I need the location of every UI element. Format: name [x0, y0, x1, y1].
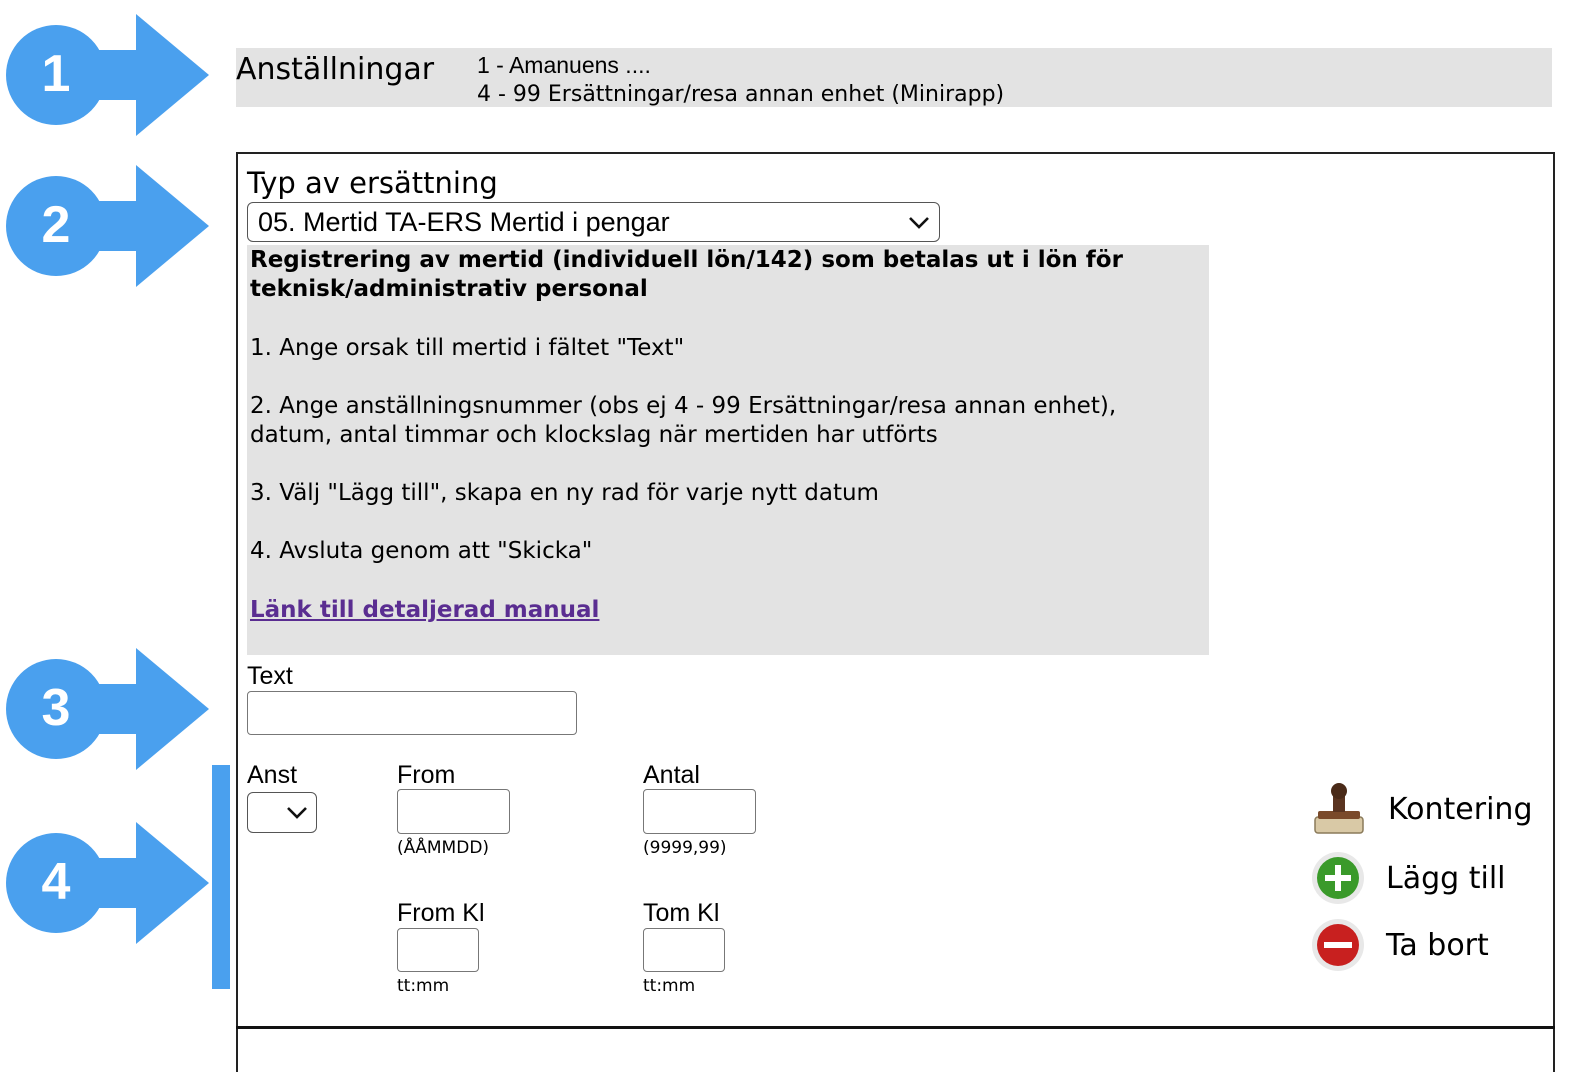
step-marker-2: 2 [4, 165, 209, 287]
remove-row-label: Ta bort [1386, 927, 1489, 963]
tom-time-label: Tom Kl [643, 899, 720, 927]
tom-time-hint: tt:mm [643, 976, 696, 996]
instructions-box: Registrering av mertid (individuell lön/… [247, 245, 1209, 655]
step-number: 2 [41, 196, 71, 254]
step-marker-4: 4 [4, 822, 209, 944]
from-date-hint: (ÅÅMMDD) [397, 838, 490, 858]
compensation-type-select[interactable]: 05. Mertid TA-ERS Mertid i pengar [247, 202, 940, 242]
step-number: 3 [41, 679, 71, 737]
employment-bar: Anställningar 1 - Amanuens .... 4 - 99 E… [236, 48, 1552, 107]
kontering-button[interactable]: Kontering [1312, 781, 1533, 837]
employment-item[interactable]: 1 - Amanuens .... [477, 51, 1004, 80]
antal-label: Antal [643, 761, 700, 789]
minus-circle-icon [1312, 919, 1364, 971]
panel-divider [236, 1026, 1555, 1029]
from-date-input[interactable] [397, 789, 510, 834]
from-time-input[interactable] [397, 928, 479, 972]
instruction-step: 2. Ange anställningsnummer (obs ej 4 - 9… [250, 393, 1117, 448]
text-label: Text [247, 662, 293, 690]
compensation-type-value: 05. Mertid TA-ERS Mertid i pengar [258, 207, 670, 237]
manual-link[interactable]: Länk till detaljerad manual [250, 596, 599, 625]
stamp-icon [1314, 783, 1364, 834]
chevron-down-icon [909, 217, 929, 229]
antal-hint: (9999,99) [643, 838, 727, 858]
step-marker-1: 1 [4, 14, 209, 136]
instruction-step: 1. Ange orsak till mertid i fältet "Text… [250, 335, 685, 361]
step-number: 1 [41, 45, 71, 103]
employment-item[interactable]: 4 - 99 Ersättningar/resa annan enhet (Mi… [477, 80, 1004, 109]
instructions-heading: Registrering av mertid (individuell lön/… [250, 247, 1123, 302]
add-row-button[interactable]: Lägg till [1310, 850, 1506, 906]
section-marker-bar [212, 765, 230, 989]
text-input[interactable] [247, 691, 577, 735]
kontering-label: Kontering [1388, 791, 1533, 827]
from-time-hint: tt:mm [397, 976, 450, 996]
step-number: 4 [41, 853, 71, 911]
compensation-type-label: Typ av ersättning [247, 166, 498, 200]
instruction-step: 4. Avsluta genom att "Skicka" [250, 538, 593, 564]
tom-time-input[interactable] [643, 928, 725, 972]
remove-row-button[interactable]: Ta bort [1310, 917, 1489, 973]
step-marker-3: 3 [4, 648, 209, 770]
antal-input[interactable] [643, 789, 756, 834]
anst-select[interactable] [247, 792, 317, 833]
employment-label: Anställningar [236, 52, 435, 87]
add-row-label: Lägg till [1386, 860, 1506, 896]
from-time-label: From Kl [397, 899, 485, 927]
instruction-step: 3. Välj "Lägg till", skapa en ny rad för… [250, 480, 879, 506]
from-date-label: From [397, 761, 456, 789]
anst-label: Anst [247, 761, 298, 789]
chevron-down-icon [287, 807, 307, 819]
plus-circle-icon [1312, 852, 1364, 904]
employment-list: 1 - Amanuens .... 4 - 99 Ersättningar/re… [477, 51, 1004, 109]
